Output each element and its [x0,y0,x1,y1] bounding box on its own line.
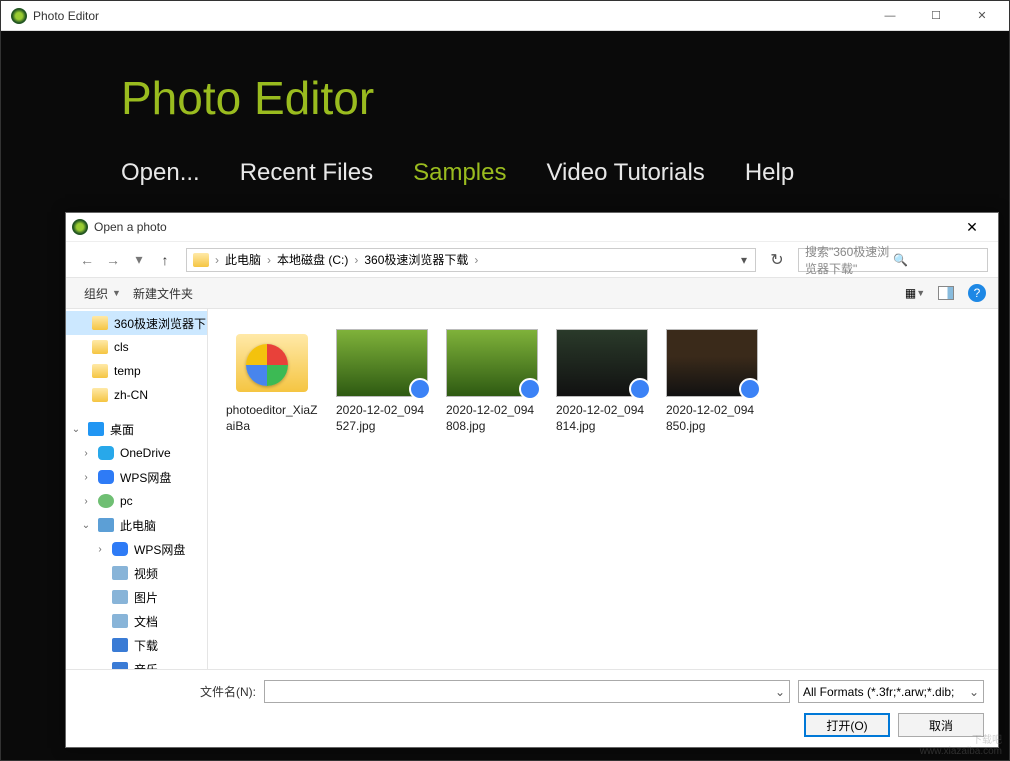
photo-badge-icon [629,378,651,400]
tree-item[interactable]: temp [66,359,207,383]
tree-item[interactable]: ›WPS网盘 [66,537,207,561]
tab-open[interactable]: Open... [121,159,200,187]
nav-up-button[interactable]: ↑ [154,249,176,271]
app-title: Photo Editor [33,9,867,23]
tree-item[interactable]: cls [66,335,207,359]
crumb-pc[interactable]: 此电脑 [219,251,267,268]
image-thumbnail [336,329,428,397]
photo-badge-icon [739,378,761,400]
dialog-title: Open a photo [94,220,952,234]
filename-input[interactable]: ⌄ [264,680,790,703]
folder-icon [193,253,209,267]
organize-menu[interactable]: 组织 ▼ [78,283,127,304]
tree-item[interactable]: 视频 [66,561,207,585]
tree-item-thispc[interactable]: ⌄此电脑 [66,513,207,537]
app-heading: Photo Editor [121,71,889,125]
tree-item[interactable]: zh-CN [66,383,207,407]
breadcrumb-dropdown[interactable]: ▾ [737,253,751,267]
cancel-button[interactable]: 取消 [898,713,984,737]
breadcrumb[interactable]: › 此电脑 › 本地磁盘 (C:) › 360极速浏览器下载 › ▾ [186,248,756,272]
file-item[interactable]: 2020-12-02_094527.jpg [336,327,428,434]
tree-item[interactable]: 音乐 [66,657,207,669]
crumb-drive[interactable]: 本地磁盘 (C:) [271,251,354,268]
file-item[interactable]: 2020-12-02_094808.jpg [446,327,538,434]
filename-label: 文件名(N): [200,683,256,700]
photo-badge-icon [519,378,541,400]
dialog-toolbar: 组织 ▼ 新建文件夹 ▦ ▼ ? [66,277,998,309]
file-type-filter[interactable]: All Formats (*.3fr;*.arw;*.dib;⌄ [798,680,984,703]
file-item[interactable]: 2020-12-02_094850.jpg [666,327,758,434]
nav-back-button[interactable]: ← [76,249,98,271]
search-placeholder: 搜索"360极速浏览器下载" [805,243,893,277]
file-list[interactable]: photoeditor_XiaZaiBa 2020-12-02_094527.j… [208,309,998,669]
view-mode-button[interactable]: ▦ ▼ [906,284,924,302]
dialog-bottom: 文件名(N): ⌄ All Formats (*.3fr;*.arw;*.dib… [66,669,998,747]
search-icon: 🔍 [893,253,981,267]
maximize-button[interactable]: ☐ [913,1,959,31]
search-input[interactable]: 搜索"360极速浏览器下载" 🔍 [798,248,988,272]
tree-item-onedrive[interactable]: ›OneDrive [66,441,207,465]
tab-samples[interactable]: Samples [413,159,506,187]
chevron-down-icon[interactable]: ⌄ [775,685,785,699]
dialog-nav: ← → ▾ ↑ › 此电脑 › 本地磁盘 (C:) › 360极速浏览器下载 ›… [66,241,998,277]
crumb-folder[interactable]: 360极速浏览器下载 [358,251,474,268]
tab-help[interactable]: Help [745,159,794,187]
folder-icon [236,334,308,392]
chevron-down-icon[interactable]: ⌄ [969,685,979,699]
preview-pane-button[interactable] [938,286,954,300]
file-item-folder[interactable]: photoeditor_XiaZaiBa [226,327,318,434]
app-icon [11,8,27,24]
tree-item-wps[interactable]: ›WPS网盘 [66,465,207,489]
image-thumbnail [446,329,538,397]
new-folder-button[interactable]: 新建文件夹 [127,283,199,304]
tree-item[interactable]: 图片 [66,585,207,609]
image-thumbnail [556,329,648,397]
tree-item[interactable]: 文档 [66,609,207,633]
tab-recent[interactable]: Recent Files [240,159,373,187]
help-icon[interactable]: ? [968,284,986,302]
photo-badge-icon [409,378,431,400]
image-thumbnail [666,329,758,397]
tree-item-selected[interactable]: 360极速浏览器下 [66,311,207,335]
open-button[interactable]: 打开(O) [804,713,890,737]
dialog-icon [72,219,88,235]
app-titlebar: Photo Editor — ☐ ✕ [1,1,1009,31]
tree-item-desktop[interactable]: ⌄桌面 [66,417,207,441]
nav-forward-button[interactable]: → [102,249,124,271]
dialog-close-button[interactable]: ✕ [952,213,992,241]
nav-history-dropdown[interactable]: ▾ [128,249,150,271]
folder-tree[interactable]: 360极速浏览器下 cls temp zh-CN ⌄桌面 ›OneDrive ›… [66,309,208,669]
dialog-titlebar: Open a photo ✕ [66,213,998,241]
app-tabs: Open... Recent Files Samples Video Tutor… [121,159,889,187]
minimize-button[interactable]: — [867,1,913,31]
refresh-button[interactable]: ↻ [766,249,788,271]
close-button[interactable]: ✕ [959,1,1005,31]
file-item[interactable]: 2020-12-02_094814.jpg [556,327,648,434]
tree-item-user[interactable]: ›pc [66,489,207,513]
dialog-body: 360极速浏览器下 cls temp zh-CN ⌄桌面 ›OneDrive ›… [66,309,998,669]
tab-video[interactable]: Video Tutorials [546,159,704,187]
tree-item[interactable]: 下载 [66,633,207,657]
file-open-dialog: Open a photo ✕ ← → ▾ ↑ › 此电脑 › 本地磁盘 (C:)… [65,212,999,748]
